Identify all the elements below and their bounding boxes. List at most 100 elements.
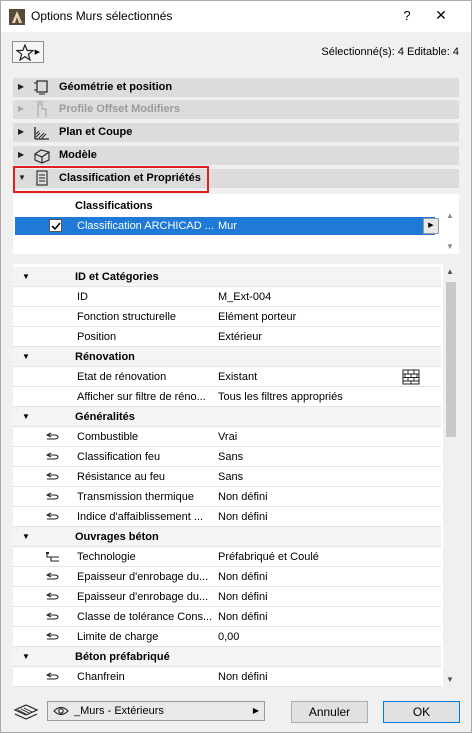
link-icon — [45, 512, 59, 520]
property-name: Classe de tolérance Cons... — [77, 611, 213, 623]
link-icon — [45, 432, 59, 440]
dialog-window: Options Murs sélectionnés ? ✕ ▶ Sélectio… — [0, 0, 472, 733]
scroll-down-icon[interactable]: ▼ — [446, 675, 454, 684]
property-value[interactable]: Non défini — [218, 611, 268, 623]
property-value[interactable]: Existant — [218, 371, 257, 383]
property-value[interactable]: Non défini — [218, 511, 268, 523]
property-row[interactable]: Combustible Vrai — [13, 427, 441, 447]
property-name: Combustible — [77, 431, 139, 443]
property-row[interactable]: Position Extérieur — [13, 327, 441, 347]
property-value[interactable]: Non défini — [218, 591, 268, 603]
classification-checkbox[interactable] — [49, 219, 62, 232]
property-name: Fonction structurelle — [77, 311, 177, 323]
property-row[interactable]: Etat de rénovation Existant — [13, 367, 441, 387]
property-value[interactable]: Elément porteur — [218, 311, 296, 323]
property-name: Etat de rénovation — [77, 371, 167, 383]
collapse-triangle-icon: ▼ — [22, 532, 30, 541]
property-value[interactable]: Préfabriqué et Coulé — [218, 551, 319, 563]
properties-scrollbar[interactable]: ▲ ▼ — [443, 264, 459, 687]
property-name: Transmission thermique — [77, 491, 194, 503]
cancel-button[interactable]: Annuler — [291, 701, 368, 723]
property-value[interactable]: Non défini — [218, 671, 268, 683]
property-value[interactable]: Sans — [218, 451, 243, 463]
property-name: ID — [77, 291, 88, 303]
property-name: Indice d'affaiblissement ... — [77, 511, 204, 523]
expand-triangle-icon: ▶ — [18, 104, 25, 113]
property-value[interactable]: Vrai — [218, 431, 237, 443]
section-label: Modèle — [59, 149, 97, 161]
property-row[interactable]: Afficher sur filtre de réno... Tous les f… — [13, 387, 441, 407]
property-row[interactable]: Résistance au feu Sans — [13, 467, 441, 487]
close-button[interactable]: ✕ — [433, 7, 449, 24]
property-row[interactable]: Classification feu Sans — [13, 447, 441, 467]
section-geometry[interactable]: ▶ Géométrie et position — [13, 78, 459, 97]
property-row[interactable]: Epaisseur d'enrobage du... Non défini — [13, 587, 441, 607]
property-name: Afficher sur filtre de réno... — [77, 391, 206, 403]
property-row[interactable]: Transmission thermique Non défini — [13, 487, 441, 507]
section-model[interactable]: ▶ Modèle — [13, 146, 459, 165]
model-icon — [34, 149, 50, 164]
collapse-triangle-icon: ▼ — [22, 352, 30, 361]
property-value[interactable]: Non défini — [218, 491, 268, 503]
link-icon — [45, 592, 59, 600]
link-icon — [45, 492, 59, 500]
plan-section-icon — [34, 127, 49, 140]
section-label: Plan et Coupe — [59, 126, 133, 138]
property-value[interactable]: Sans — [218, 471, 243, 483]
classification-browse-button[interactable]: ▶ — [423, 218, 439, 234]
property-group-name: Ouvrages béton — [75, 531, 159, 543]
classification-name: Classification ARCHICAD ... — [77, 220, 214, 232]
property-row[interactable]: Classe de tolérance Cons... Non défini — [13, 607, 441, 627]
section-label: Géométrie et position — [59, 81, 173, 93]
hierarchy-icon — [46, 552, 59, 562]
favorites-button[interactable]: ▶ — [12, 41, 44, 63]
property-value[interactable]: Tous les filtres appropriés — [218, 391, 343, 403]
property-value[interactable]: M_Ext-004 — [218, 291, 271, 303]
property-group[interactable]: ▼ Rénovation — [13, 347, 441, 367]
checkmark-icon — [51, 222, 61, 231]
expand-triangle-icon: ▶ — [18, 127, 25, 136]
property-group[interactable]: ▼ Béton préfabriqué — [13, 647, 441, 667]
property-row[interactable]: Limite de charge 0,00 — [13, 627, 441, 647]
property-group[interactable]: ▼ ID et Catégories — [13, 267, 441, 287]
property-group-name: ID et Catégories — [75, 271, 159, 283]
eye-icon — [53, 706, 69, 716]
layer-select[interactable]: _Murs - Extérieurs ▶ — [47, 701, 265, 721]
section-plan-section[interactable]: ▶ Plan et Coupe — [13, 123, 459, 142]
layer-settings-icon[interactable] — [13, 700, 39, 722]
link-icon — [45, 612, 59, 620]
property-name: Position — [77, 331, 117, 343]
link-icon — [45, 452, 59, 460]
property-row[interactable]: Indice d'affaiblissement ... Non défini — [13, 507, 441, 527]
selection-count: Sélectionné(s): 4 Editable: 4 — [321, 46, 459, 58]
property-name: Epaisseur d'enrobage du... — [77, 571, 209, 583]
section-label: Profile Offset Modifiers — [59, 103, 181, 115]
ok-button[interactable]: OK — [383, 701, 460, 723]
property-value[interactable]: 0,00 — [218, 631, 239, 643]
property-row[interactable]: Chanfrein Non défini — [13, 667, 441, 687]
title-bar: Options Murs sélectionnés ? ✕ — [1, 1, 471, 32]
classification-row[interactable]: Classification ARCHICAD ... Mur ▶ — [15, 217, 439, 235]
property-group[interactable]: ▼ Ouvrages béton — [13, 527, 441, 547]
classifications-scrollbar[interactable]: ▲ ▼ — [444, 211, 456, 251]
window-title: Options Murs sélectionnés — [31, 9, 173, 23]
property-group-name: Généralités — [75, 411, 135, 423]
property-group[interactable]: ▼ Généralités — [13, 407, 441, 427]
classification-value: Mur — [218, 220, 237, 232]
property-group-name: Rénovation — [75, 351, 135, 363]
expand-triangle-icon: ▶ — [18, 150, 25, 159]
scrollbar-thumb[interactable] — [446, 282, 456, 437]
property-row[interactable]: Epaisseur d'enrobage du... Non défini — [13, 567, 441, 587]
link-icon — [45, 572, 59, 580]
property-row[interactable]: ID M_Ext-004 — [13, 287, 441, 307]
property-row[interactable]: Fonction structurelle Elément porteur — [13, 307, 441, 327]
section-profile-offset: ▶ Profile Offset Modifiers — [13, 100, 459, 119]
property-name: Technologie — [77, 551, 136, 563]
property-value[interactable]: Extérieur — [218, 331, 262, 343]
property-value[interactable]: Non défini — [218, 571, 268, 583]
property-row[interactable]: Technologie Préfabriqué et Coulé — [13, 547, 441, 567]
scroll-up-icon[interactable]: ▲ — [446, 267, 454, 276]
collapse-triangle-icon: ▼ — [22, 652, 30, 661]
help-button[interactable]: ? — [399, 8, 415, 23]
classifications-header: Classifications — [75, 200, 153, 212]
